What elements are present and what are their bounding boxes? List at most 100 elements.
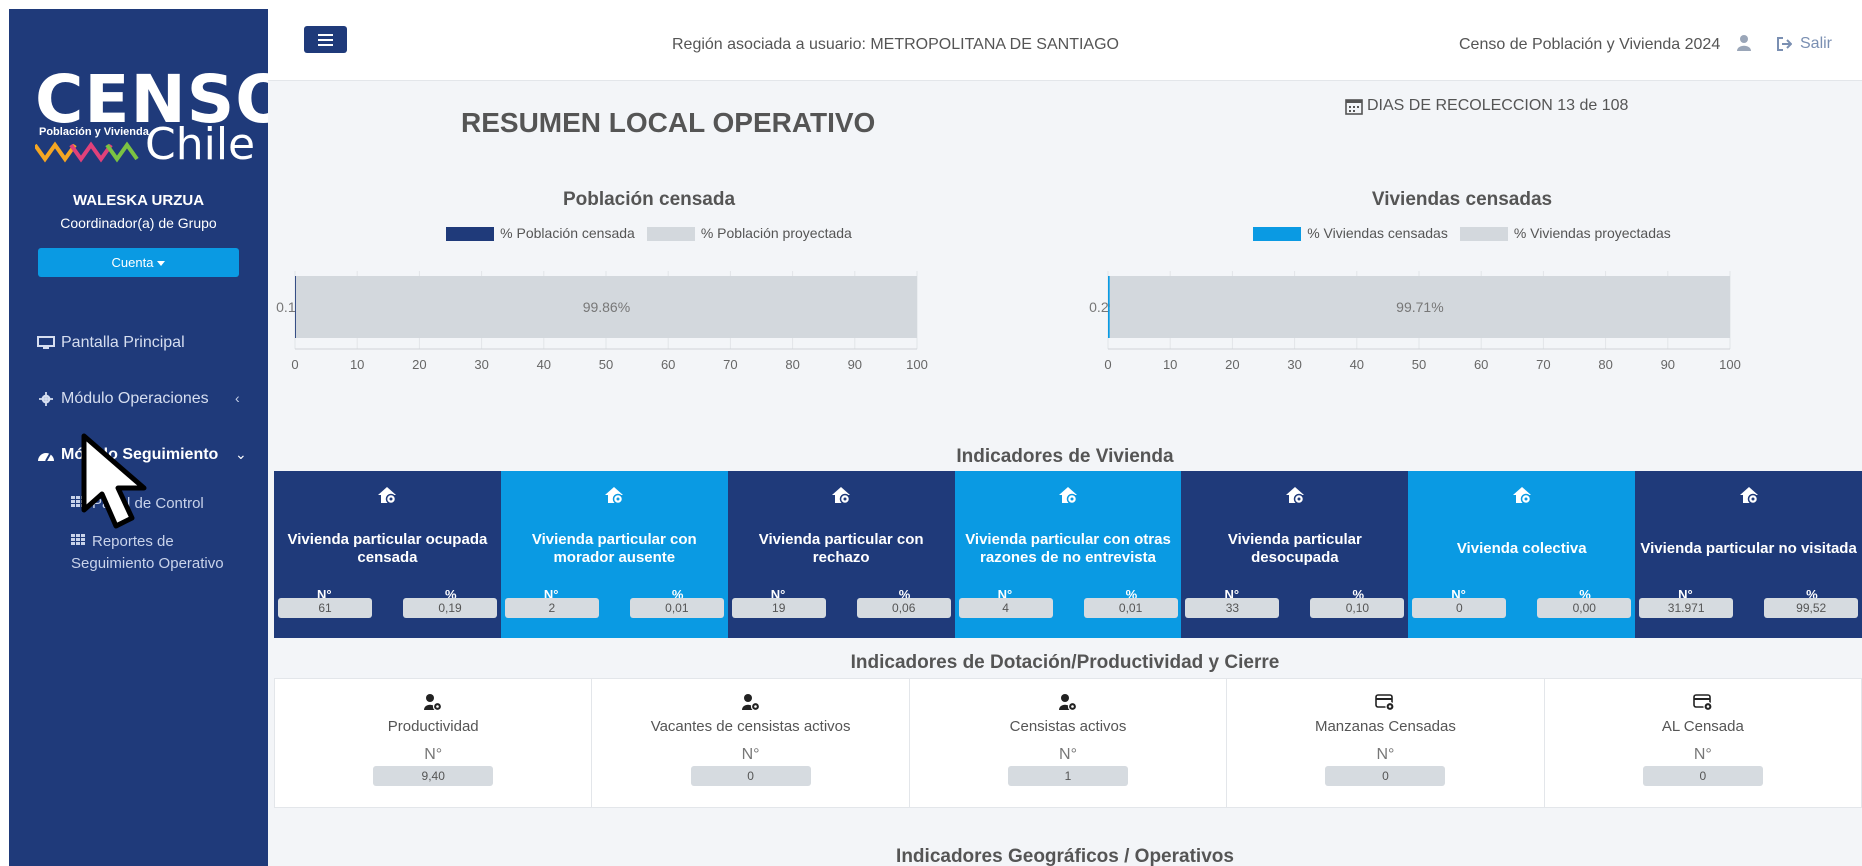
monitor-icon	[37, 336, 55, 349]
user-name: WALESKA URZUA	[72, 192, 205, 209]
legend-swatch	[1253, 227, 1302, 242]
n-value: 31.971	[1639, 598, 1734, 618]
top-bar: Región asociada a usuario: METROPOLITANA…	[268, 9, 1862, 81]
dotacion-item: Manzanas Censadas N° 0	[1227, 679, 1545, 807]
menu-toggle-button[interactable]	[304, 26, 347, 53]
legend-item[interactable]: % Población proyectada	[646, 225, 852, 242]
vivienda-card: Vivienda particular con morador ausente N…	[500, 471, 728, 638]
pct-value: 0,00	[1537, 598, 1632, 618]
legend-label: % Viviendas proyectadas	[1513, 225, 1671, 241]
pct-value: 0,10	[1310, 598, 1405, 618]
account-dropdown-button[interactable]: Cuenta	[38, 248, 239, 277]
card-title: Vivienda particular ocupada censada	[287, 531, 488, 566]
dotacion-panel: Productividad N° 9,40 Vacantes de censistas…	[274, 678, 1862, 808]
n-label: N°	[1059, 746, 1077, 763]
x-tick-label: 90	[1661, 357, 1675, 372]
dotacion-title: Vacantes de censistas activos	[650, 718, 851, 735]
n-value: 33	[1185, 598, 1280, 618]
logo-tagline: Población y Vivienda	[39, 126, 149, 138]
chevron-down-icon[interactable]: ⌄	[235, 446, 247, 463]
x-tick-label: 30	[1287, 357, 1301, 372]
dotacion-value: 9,40	[373, 766, 494, 786]
x-tick-label: 30	[474, 357, 488, 372]
nav-pantalla-principal[interactable]: Pantalla Principal	[37, 334, 185, 352]
calendar-icon	[1345, 99, 1363, 115]
sub-item-reportes[interactable]: Reportes de Seguimiento Operativo	[71, 531, 261, 575]
caret-down-icon	[157, 261, 166, 267]
chart-title: Viviendas censadas	[1371, 189, 1553, 210]
card-title: Vivienda particular con morador ausente	[531, 531, 697, 566]
legend-item[interactable]: % Población censada	[446, 225, 635, 242]
dotacion-value: 0	[1642, 766, 1763, 786]
logout-label: Salir	[1800, 35, 1833, 52]
region-info: Región asociada a usuario: METROPOLITANA…	[672, 36, 1119, 53]
card-title: Vivienda particular desocupada	[1227, 531, 1362, 566]
vivienda-card: Vivienda particular desocupada N°% 33 0,10	[1181, 471, 1409, 638]
main-content: Región asociada a usuario: METROPOLITANA…	[268, 9, 1862, 866]
house-gear-icon	[1408, 485, 1635, 505]
x-tick-label: 70	[1536, 357, 1550, 372]
n-value: 2	[504, 598, 599, 618]
n-value: 4	[958, 598, 1053, 618]
card-title: Vivienda particular no visitada	[1640, 540, 1857, 557]
dotacion-value: 1	[1008, 766, 1129, 786]
legend-item[interactable]: % Viviendas censadas	[1253, 225, 1448, 242]
chevron-left-icon[interactable]: ‹	[235, 390, 240, 406]
x-tick-label: 70	[723, 357, 737, 372]
chart-legend: % Población censada % Población proyecta…	[274, 225, 1024, 242]
x-tick-label: 20	[412, 357, 426, 372]
x-tick-label: 90	[848, 357, 862, 372]
vivienda-card: Vivienda particular no visitada N°% 31.971…	[1635, 471, 1862, 638]
chart-plot: 01020304050607080901000.14%99.86%	[276, 271, 928, 372]
dotacion-item: Vacantes de censistas activos N° 0	[592, 679, 910, 807]
vivienda-card: Vivienda particular ocupada censada N°% 61…	[274, 471, 501, 638]
logout-link[interactable]: Salir	[1776, 35, 1832, 53]
pct-value: 0,19	[403, 598, 497, 618]
n-label: N°	[424, 746, 443, 763]
nav-modulo-operaciones[interactable]: Módulo Operaciones	[37, 390, 209, 408]
dotacion-title: Productividad	[387, 718, 479, 735]
x-tick-label: 50	[1412, 357, 1426, 372]
legend-label: % Población proyectada	[700, 225, 852, 241]
dotacion-value: 0	[1325, 766, 1446, 786]
nav-label: Pantalla Principal	[61, 334, 185, 351]
section-title-geo: Indicadores Geográficos / Operativos	[896, 846, 1234, 866]
census-title: Censo de Población y Vivienda 2024	[1459, 36, 1721, 53]
chart-poblacion: Población censada % Población censada % …	[274, 189, 1024, 419]
censo-logo[interactable]: CENSO Población y Vivienda Chile	[27, 61, 291, 172]
vivienda-card: Vivienda particular con rechazo N°% 19 0,06	[727, 471, 955, 638]
nav-label: Módulo Operaciones	[61, 390, 209, 407]
house-gear-icon	[728, 485, 955, 505]
x-tick-label: 60	[661, 357, 675, 372]
x-tick-label: 10	[1163, 357, 1177, 372]
card-title: Vivienda particular con otras razones de…	[965, 531, 1171, 566]
house-gear-icon	[1635, 485, 1862, 505]
logo-wave-icon	[35, 141, 139, 163]
dotacion-item: AL Censada N° 0	[1545, 679, 1861, 807]
chart-viviendas: Viviendas censadas % Viviendas censadas …	[1087, 189, 1837, 419]
n-label: N°	[1376, 746, 1395, 763]
legend-label: % Viviendas censadas	[1307, 225, 1448, 241]
n-value: 19	[731, 598, 826, 618]
pct-value: 0,06	[856, 598, 951, 618]
vivienda-cards: Vivienda particular ocupada censada N°% 61…	[274, 471, 1862, 638]
grid-icon	[71, 534, 86, 546]
chart-title: Población censada	[562, 189, 736, 210]
n-label: N°	[1693, 746, 1712, 763]
legend-swatch	[1459, 227, 1508, 242]
x-tick-label: 40	[537, 357, 551, 372]
x-tick-label: 20	[1225, 357, 1239, 372]
legend-swatch	[446, 227, 495, 242]
card-title: Vivienda particular con rechazo	[758, 531, 924, 566]
x-tick-label: 80	[1598, 357, 1612, 372]
section-title-vivienda: Indicadores de Vivienda	[956, 446, 1174, 467]
section-title-dotacion: Indicadores de Dotación/Productividad y …	[850, 652, 1280, 673]
sub-item-label: Reportes de Seguimiento Operativo	[71, 533, 224, 572]
user-icon[interactable]	[1737, 35, 1751, 51]
user-gear-icon	[910, 693, 1226, 711]
house-gear-icon	[501, 485, 728, 505]
bar-data-label: 99.71%	[1396, 299, 1443, 315]
n-value: 0	[1412, 598, 1507, 618]
legend-item[interactable]: % Viviendas proyectadas	[1459, 225, 1671, 242]
account-label: Cuenta	[111, 255, 154, 270]
